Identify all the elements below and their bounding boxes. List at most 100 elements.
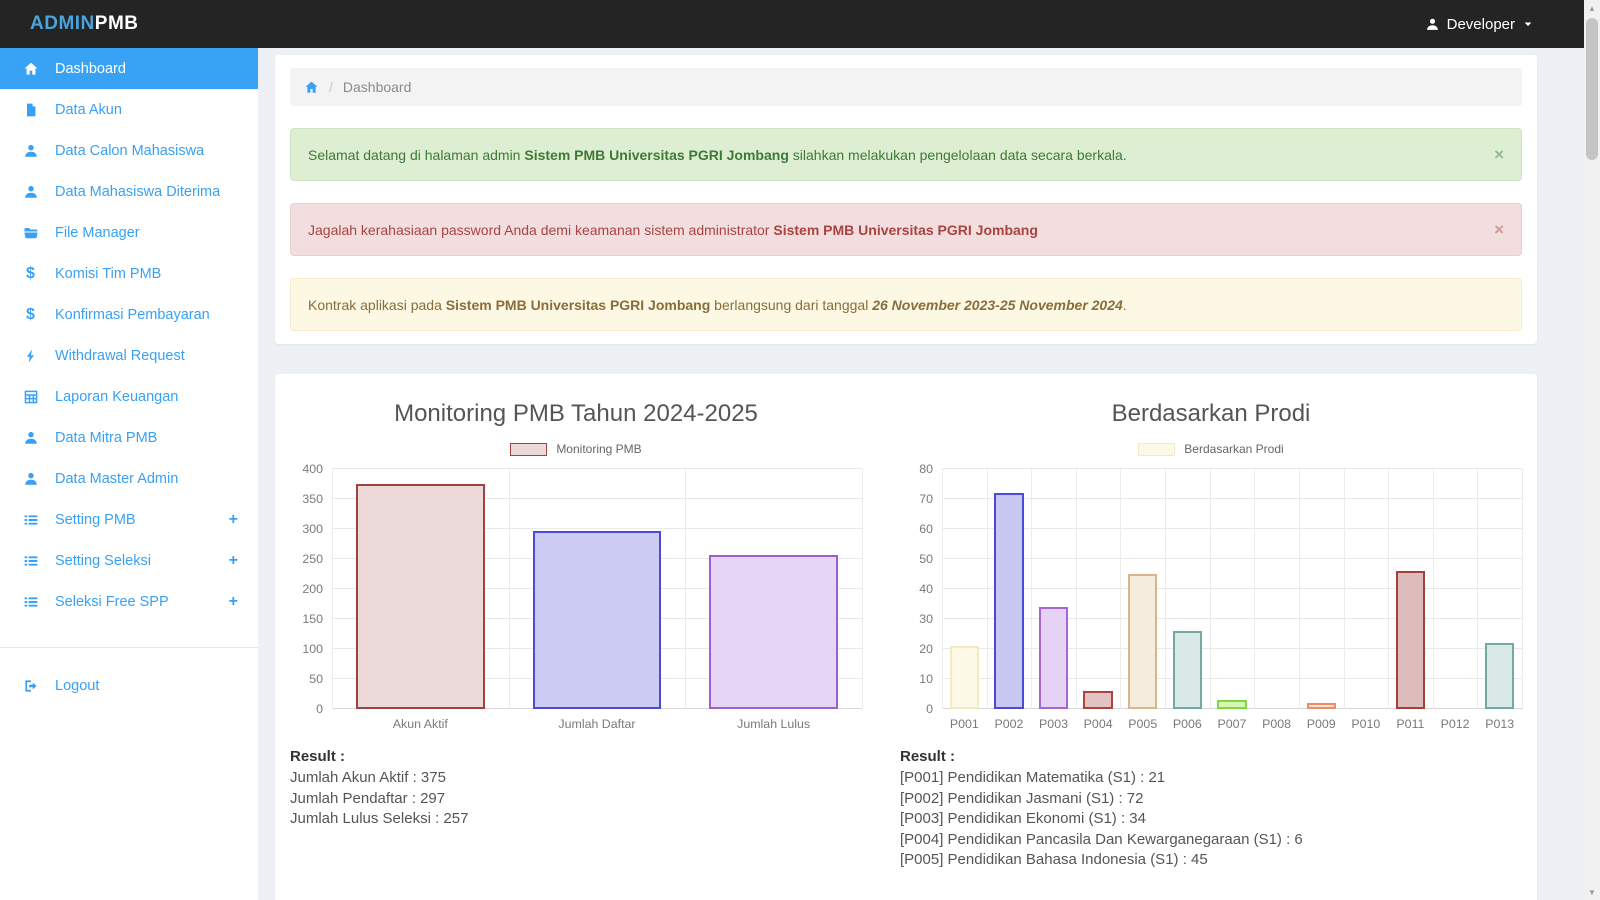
home-icon <box>22 61 39 77</box>
sidebar-item-laporan-keuangan[interactable]: Laporan Keuangan <box>0 376 258 417</box>
bar-jumlah-daftar <box>533 531 662 709</box>
dollar-icon: $ <box>22 265 39 283</box>
x-tick-label: P012 <box>1433 717 1478 731</box>
sidebar-item-label: File Manager <box>55 225 140 241</box>
sidebar-item-label: Data Calon Mahasiswa <box>55 143 204 159</box>
sidebar-item-label: Konfirmasi Pembayaran <box>55 307 210 323</box>
sidebar-item-label: Setting PMB <box>55 512 136 528</box>
y-tick-label: 10 <box>919 673 933 685</box>
sidebar-item-withdrawal-request[interactable]: Withdrawal Request <box>0 335 258 376</box>
bar-p006 <box>1173 631 1202 709</box>
sidebar-item-label: Laporan Keuangan <box>55 389 178 405</box>
y-tick-label: 0 <box>316 703 323 715</box>
x-tick-label: P007 <box>1210 717 1255 731</box>
home-icon[interactable] <box>304 80 319 95</box>
sidebar-item-seleksi-free-spp[interactable]: Seleksi Free SPP+ <box>0 581 258 622</box>
sidebar-item-file-manager[interactable]: File Manager <box>0 212 258 253</box>
sidebar-item-label: Dashboard <box>55 61 126 77</box>
result-line: Jumlah Lulus Seleksi : 257 <box>290 809 862 830</box>
y-tick-label: 40 <box>919 583 933 595</box>
expand-plus-icon[interactable]: + <box>229 594 238 610</box>
chart-result: Result : Jumlah Akun Aktif : 375Jumlah P… <box>290 748 862 830</box>
sidebar-item-setting-seleksi[interactable]: Setting Seleksi + <box>0 540 258 581</box>
sidebar-item-logout[interactable]: Logout <box>0 665 258 706</box>
sidebar-item-setting-pmb[interactable]: Setting PMB + <box>0 499 258 540</box>
result-line: Jumlah Akun Aktif : 375 <box>290 768 862 789</box>
y-tick-label: 50 <box>919 553 933 565</box>
expand-plus-icon[interactable]: + <box>229 512 238 528</box>
y-tick-label: 400 <box>302 463 323 475</box>
sidebar-item-data-mitra-pmb[interactable]: Data Mitra PMB <box>0 417 258 458</box>
result-title: Result : <box>290 748 862 765</box>
result-line: [P002] Pendidikan Jasmani (S1) : 72 <box>900 789 1522 810</box>
table-icon <box>22 389 39 405</box>
sidebar-item-data-mahasiswa-diterima[interactable]: Data Mahasiswa Diterima <box>0 171 258 212</box>
sidebar-item-dashboard[interactable]: Dashboard <box>0 48 258 89</box>
folder-icon <box>22 225 39 241</box>
scrollbar-down-arrow[interactable]: ▼ <box>1584 884 1600 900</box>
sidebar-item-data-master-admin[interactable]: Data Master Admin <box>0 458 258 499</box>
x-tick-label: P006 <box>1165 717 1210 731</box>
chart-plot-area <box>942 469 1522 709</box>
result-line: [P005] Pendidikan Bahasa Indonesia (S1) … <box>900 850 1522 871</box>
chart-result: Result : [P001] Pendidikan Matematika (S… <box>900 748 1522 871</box>
breadcrumb-current: Dashboard <box>343 79 412 95</box>
sidebar-item-data-akun[interactable]: Data Akun <box>0 89 258 130</box>
chart-legend[interactable]: Monitoring PMB <box>290 442 862 456</box>
x-tick-label: P009 <box>1299 717 1344 731</box>
user-icon <box>1425 17 1440 32</box>
charts-row: Monitoring PMB Tahun 2024-2025 Monitorin… <box>290 386 1522 871</box>
user-menu[interactable]: Developer <box>1425 16 1534 33</box>
app-logo[interactable]: ADMINPMB <box>30 13 139 35</box>
x-tick-label: P004 <box>1076 717 1121 731</box>
list-icon <box>22 553 39 569</box>
sidebar-item-label: Withdrawal Request <box>55 348 185 364</box>
main-content: / Dashboard Selamat datang di halaman ad… <box>258 48 1584 900</box>
bar-jumlah-lulus <box>709 555 838 709</box>
chart-legend[interactable]: Berdasarkan Prodi <box>900 442 1522 456</box>
expand-plus-icon[interactable]: + <box>229 553 238 569</box>
legend-label: Berdasarkan Prodi <box>1184 442 1283 456</box>
charts-panel: Monitoring PMB Tahun 2024-2025 Monitorin… <box>275 374 1537 900</box>
scrollbar-thumb[interactable] <box>1586 18 1598 160</box>
list-icon <box>22 512 39 528</box>
bolt-icon <box>22 348 39 364</box>
result-line: [P004] Pendidikan Pancasila Dan Kewargan… <box>900 830 1522 851</box>
sidebar-item-komisi-tim-pmb[interactable]: $Komisi Tim PMB <box>0 253 258 294</box>
bar-p003 <box>1039 607 1068 709</box>
scrollbar-up-arrow[interactable]: ▲ <box>1584 0 1600 16</box>
user-icon <box>22 430 39 446</box>
bar-p001 <box>950 646 979 709</box>
alerts-container: Selamat datang di halaman admin Sistem P… <box>290 128 1522 331</box>
sidebar-item-konfirmasi-pembayaran[interactable]: $ Konfirmasi Pembayaran <box>0 294 258 335</box>
x-tick-label: P002 <box>987 717 1032 731</box>
y-tick-label: 70 <box>919 493 933 505</box>
sidebar-item-data-calon-mahasiswa[interactable]: Data Calon Mahasiswa <box>0 130 258 171</box>
sidebar-item-label: Data Master Admin <box>55 471 178 487</box>
bar-p007 <box>1217 700 1246 709</box>
alert-close-icon[interactable]: × <box>1494 221 1504 238</box>
y-tick-label: 300 <box>302 523 323 535</box>
dollar-icon: $ <box>22 306 39 324</box>
alert-close-icon[interactable]: × <box>1494 146 1504 163</box>
x-tick-label: P013 <box>1477 717 1522 731</box>
alert-success: Selamat datang di halaman admin Sistem P… <box>290 128 1522 181</box>
scrollbar[interactable]: ▲ ▼ <box>1584 0 1600 900</box>
sidebar-item-label: Setting Seleksi <box>55 553 151 569</box>
sidebar-divider <box>0 647 258 648</box>
bar-p004 <box>1083 691 1112 709</box>
user-icon <box>22 184 39 200</box>
x-tick-label: Akun Aktif <box>332 717 509 731</box>
y-tick-label: 200 <box>302 583 323 595</box>
x-tick-label: P010 <box>1344 717 1389 731</box>
brand-admin: ADMIN <box>30 13 95 34</box>
x-tick-label: P003 <box>1031 717 1076 731</box>
chart-y-axis: 01020304050607080 <box>900 469 942 709</box>
result-lines: [P001] Pendidikan Matematika (S1) : 21[P… <box>900 768 1522 871</box>
bar-p002 <box>994 493 1023 709</box>
alert-danger: Jagalah kerahasiaan password Anda demi k… <box>290 203 1522 256</box>
result-line: [P001] Pendidikan Matematika (S1) : 21 <box>900 768 1522 789</box>
y-tick-label: 50 <box>309 673 323 685</box>
user-icon <box>22 471 39 487</box>
y-tick-label: 30 <box>919 613 933 625</box>
